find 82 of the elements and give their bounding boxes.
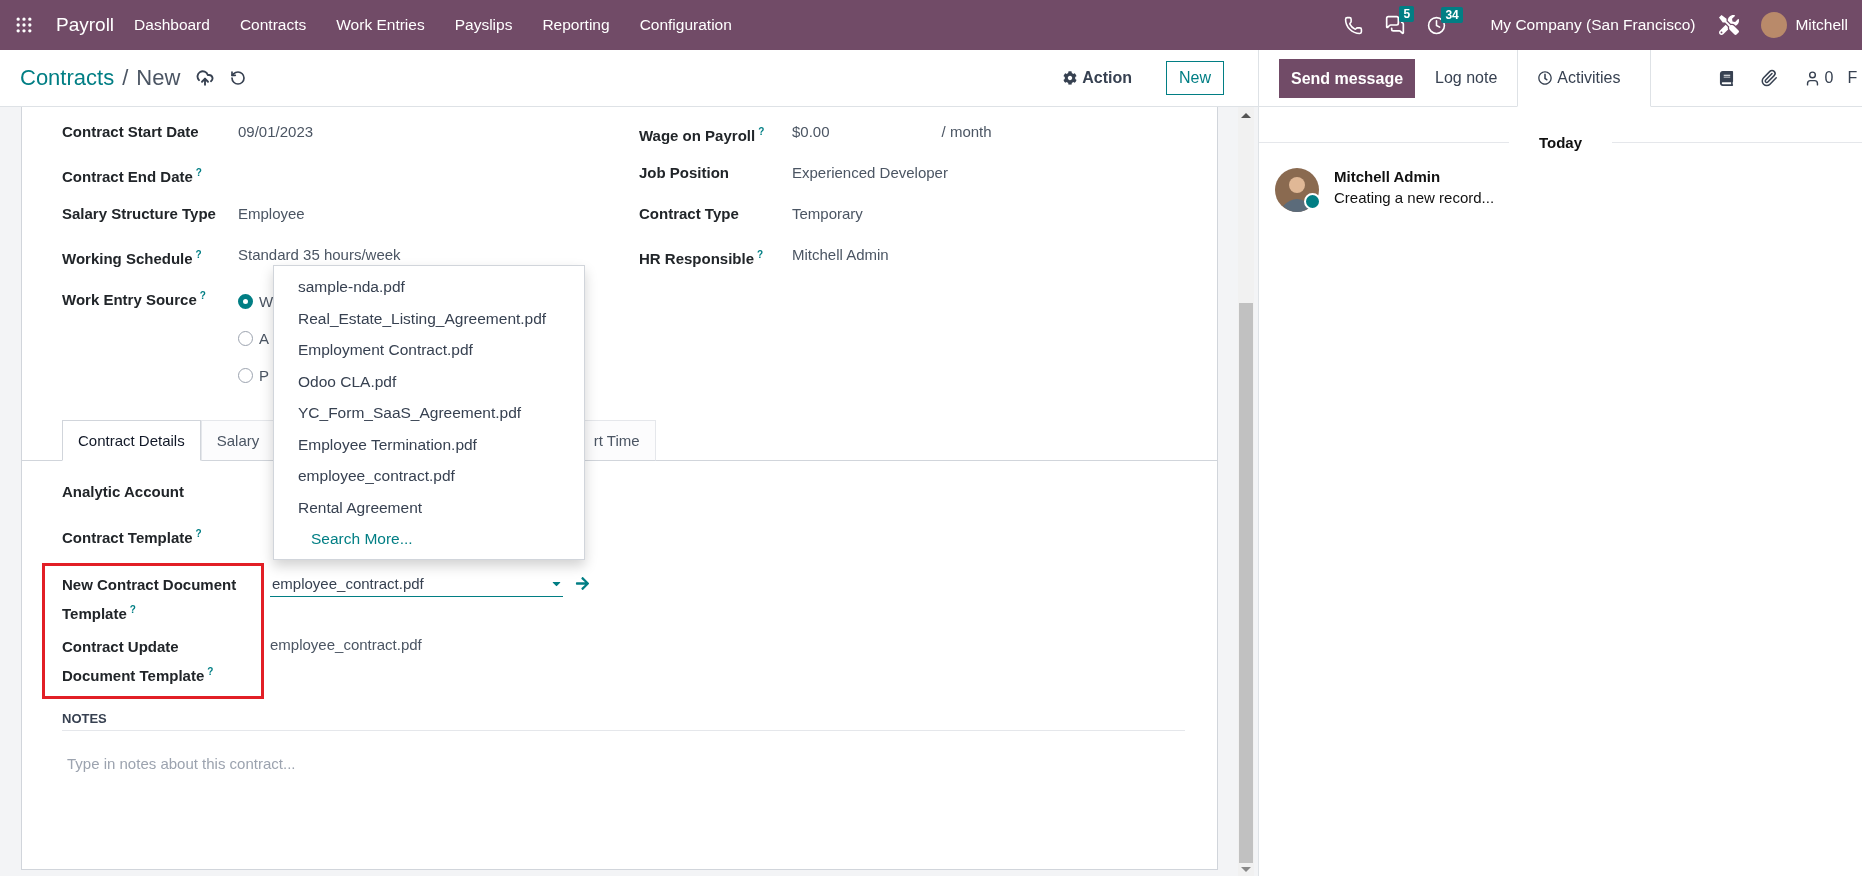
help-mark[interactable]: ?	[758, 126, 765, 137]
field-value[interactable]: Employee	[238, 201, 305, 226]
undo-icon	[230, 70, 247, 86]
menu-item[interactable]: Configuration	[639, 16, 732, 34]
menu-item[interactable]: Work Entries	[336, 16, 425, 34]
record-title: New	[136, 65, 181, 91]
message-author: Mitchell Admin	[1334, 168, 1442, 185]
gear-icon	[1063, 71, 1078, 85]
field-value[interactable]: $0.00	[792, 119, 830, 144]
field-label: Wage on Payroll $^{?}$	[639, 125, 766, 146]
help-mark[interactable]: ?	[195, 249, 202, 260]
field-value[interactable]: employee_contract.pdf	[270, 632, 422, 657]
field-label: Contract Update Document Template $^{?}$	[62, 637, 215, 686]
radio-button[interactable]	[238, 294, 253, 309]
apps-menu-icon[interactable]	[14, 15, 34, 35]
field-value[interactable]: Experienced Developer	[792, 160, 948, 185]
avatar	[1275, 168, 1319, 212]
dropdown-item[interactable]: Rental Agreement	[274, 491, 584, 523]
activities-button[interactable]: Activities	[1517, 50, 1652, 107]
field-label: Contract Type	[639, 204, 740, 224]
template-field[interactable]: employee_contract.pdf	[270, 574, 520, 592]
dropdown-item[interactable]: Employment Contract.pdf	[274, 334, 584, 366]
dropdown-item[interactable]: employee_contract.pdf	[274, 460, 584, 492]
help-mark[interactable]: ?	[195, 167, 202, 178]
book-icon[interactable]	[1719, 70, 1735, 86]
field-label: Analytic Account	[62, 482, 185, 502]
field-label: Work Entry Source $^{?}$	[62, 289, 207, 310]
dropdown-item[interactable]: Odoo CLA.pdf	[274, 365, 584, 397]
field-label: Contract Start Date	[62, 122, 200, 142]
follow-button[interactable]: F	[1847, 50, 1858, 106]
followers-button[interactable]: 0	[1804, 50, 1834, 106]
clock-icon[interactable]	[1427, 15, 1447, 35]
tab[interactable]: Contract Details	[62, 420, 201, 461]
help-mark[interactable]: ?	[199, 290, 206, 301]
message-body: Creating a new record...	[1334, 189, 1495, 206]
send-message-button[interactable]: Send message	[1279, 59, 1416, 98]
radio-label[interactable]: P	[259, 363, 269, 388]
date-separator: Today	[1538, 134, 1583, 151]
user-name[interactable]: Mitchell	[1795, 16, 1848, 34]
company-switcher[interactable]: My Company (San Francisco)	[1490, 16, 1696, 34]
menu-item[interactable]: Dashboard	[134, 16, 210, 34]
search-more-link[interactable]: Search More...	[274, 523, 584, 555]
breadcrumb-separator: /	[122, 65, 129, 91]
field-value[interactable]: Mitchell Admin	[792, 242, 889, 267]
app-name[interactable]: Payroll	[56, 14, 115, 36]
field-label: Contract Template $^{?}$	[62, 527, 203, 548]
field-suffix: / month	[941, 122, 992, 142]
field-label: Working Schedule $^{?}$	[62, 248, 203, 269]
arrow-right-icon[interactable]	[575, 576, 590, 591]
field-value[interactable]: Standard 35 hours/week	[238, 242, 401, 267]
radio-label[interactable]: A	[259, 326, 269, 351]
paperclip-icon[interactable]	[1760, 69, 1779, 87]
help-mark[interactable]: ?	[129, 604, 136, 615]
log-note-button[interactable]: Log note	[1415, 50, 1518, 106]
help-mark[interactable]: ?	[757, 249, 764, 260]
messages-icon[interactable]	[1385, 15, 1406, 35]
messages-count: 5	[1399, 6, 1415, 22]
tools-icon[interactable]	[1719, 15, 1740, 35]
action-button[interactable]: Action	[1055, 65, 1140, 91]
field-label: HR Responsible $^{?}$	[639, 248, 765, 269]
clock-icon	[1538, 71, 1553, 85]
phone-icon[interactable]	[1344, 15, 1364, 35]
help-mark[interactable]: ?	[195, 528, 202, 539]
field-label: Job Position	[639, 163, 730, 183]
cloud-upload-icon	[196, 69, 215, 87]
menu-item[interactable]: Payslips	[454, 16, 513, 34]
menu-item[interactable]: Contracts	[239, 16, 307, 34]
help-mark[interactable]: ?	[207, 666, 214, 677]
radio-label[interactable]: W	[259, 289, 274, 314]
field-value[interactable]: 09/01/2023	[238, 119, 314, 144]
notes-heading: NOTES	[62, 711, 1185, 731]
scrollbar[interactable]	[1238, 107, 1254, 876]
new-button[interactable]: New	[1166, 61, 1224, 95]
dropdown-item[interactable]: sample-nda.pdf	[274, 271, 584, 303]
field-value[interactable]: Temporary	[792, 201, 863, 226]
dropdown-item[interactable]: Real_Estate_Listing_Agreement.pdf	[274, 302, 584, 334]
breadcrumb-link[interactable]: Contracts	[20, 65, 115, 91]
field-label: Salary Structure Type	[62, 204, 217, 224]
activities-count: 34	[1441, 6, 1463, 23]
field-label: New Contract Document Template $^{?}$	[62, 575, 238, 624]
menu-item[interactable]: Reporting	[542, 16, 610, 34]
field-label: Contract End Date $^{?}$	[62, 166, 203, 187]
